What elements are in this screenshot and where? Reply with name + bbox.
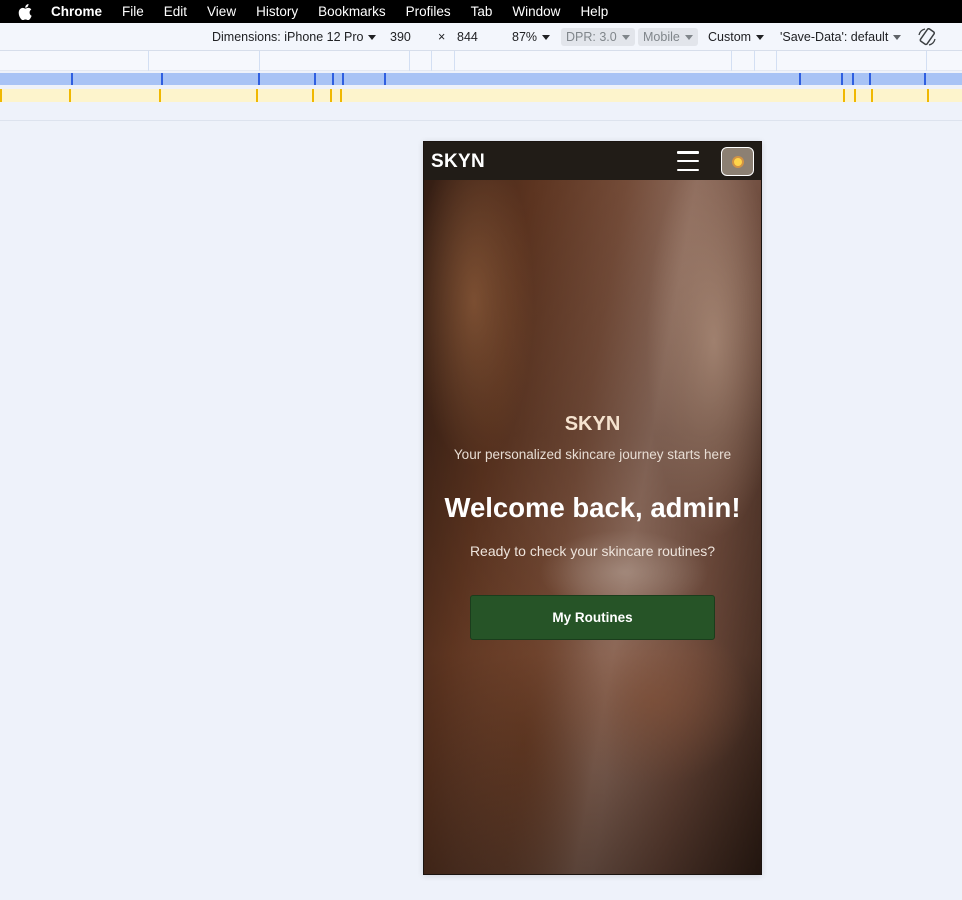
media-query-bar-max-width[interactable]	[0, 73, 962, 85]
dimension-separator: ×	[438, 30, 446, 44]
chevron-down-icon	[684, 34, 693, 40]
dpr-dropdown[interactable]: DPR: 3.0	[561, 28, 635, 46]
sun-icon	[733, 157, 742, 166]
my-routines-button[interactable]: My Routines	[470, 595, 715, 640]
rotate-device-icon[interactable]	[917, 27, 937, 47]
chevron-down-icon	[756, 34, 765, 40]
menu-chrome[interactable]: Chrome	[51, 4, 102, 19]
dpr-label: DPR: 3.0	[566, 30, 617, 44]
hamburger-menu-icon[interactable]	[677, 150, 699, 172]
site-logo[interactable]: SKYN	[431, 151, 485, 173]
media-query-bar-min-width[interactable]	[0, 89, 962, 102]
menu-history[interactable]: History	[256, 4, 298, 19]
zoom-label: 87%	[512, 30, 538, 44]
menu-view[interactable]: View	[207, 4, 236, 19]
menu-help[interactable]: Help	[580, 4, 608, 19]
theme-toggle-button[interactable]	[721, 147, 754, 176]
device-dimensions-dropdown[interactable]: Dimensions: iPhone 12 Pro	[212, 30, 377, 44]
welcome-heading: Welcome back, admin!	[444, 492, 741, 523]
apple-logo-icon[interactable]	[17, 3, 33, 21]
viewport-height-input[interactable]: 844	[457, 30, 478, 44]
menu-window[interactable]: Window	[512, 4, 560, 19]
menu-profiles[interactable]: Profiles	[406, 4, 451, 19]
menu-bookmarks[interactable]: Bookmarks	[318, 4, 386, 19]
save-data-dropdown[interactable]: 'Save-Data': default	[780, 30, 902, 44]
chevron-down-icon	[368, 34, 377, 40]
menu-tab[interactable]: Tab	[471, 4, 493, 19]
viewport-width-input[interactable]: 390	[390, 30, 411, 44]
chevron-down-icon	[893, 34, 902, 40]
throttling-label: Custom	[708, 30, 752, 44]
hero-tagline: Your personalized skincare journey start…	[453, 447, 732, 462]
toolbar-divider	[0, 120, 962, 121]
device-toolbar: Dimensions: iPhone 12 Pro 390 × 844 87% …	[0, 23, 962, 51]
device-viewport: SKYN SKYN Your personalized skincare jou…	[423, 141, 762, 875]
menu-file[interactable]: File	[122, 4, 144, 19]
menu-edit[interactable]: Edit	[164, 4, 187, 19]
welcome-subtitle: Ready to check your skincare routines?	[469, 543, 716, 559]
device-type-dropdown[interactable]: Mobile	[638, 28, 698, 46]
device-dimensions-label: Dimensions: iPhone 12 Pro	[212, 30, 364, 44]
hero-brand: SKYN	[564, 413, 621, 435]
zoom-dropdown[interactable]: 87%	[512, 30, 551, 44]
site-navbar: SKYN	[424, 142, 761, 180]
device-type-label: Mobile	[643, 30, 680, 44]
hero-section: SKYN Your personalized skincare journey …	[424, 142, 761, 874]
save-data-label: 'Save-Data': default	[780, 30, 889, 44]
throttling-dropdown[interactable]: Custom	[708, 30, 765, 44]
chevron-down-icon	[621, 34, 630, 40]
device-ruler	[0, 51, 962, 71]
chevron-down-icon	[542, 34, 551, 40]
macos-menu-bar: Chrome File Edit View History Bookmarks …	[0, 0, 962, 23]
